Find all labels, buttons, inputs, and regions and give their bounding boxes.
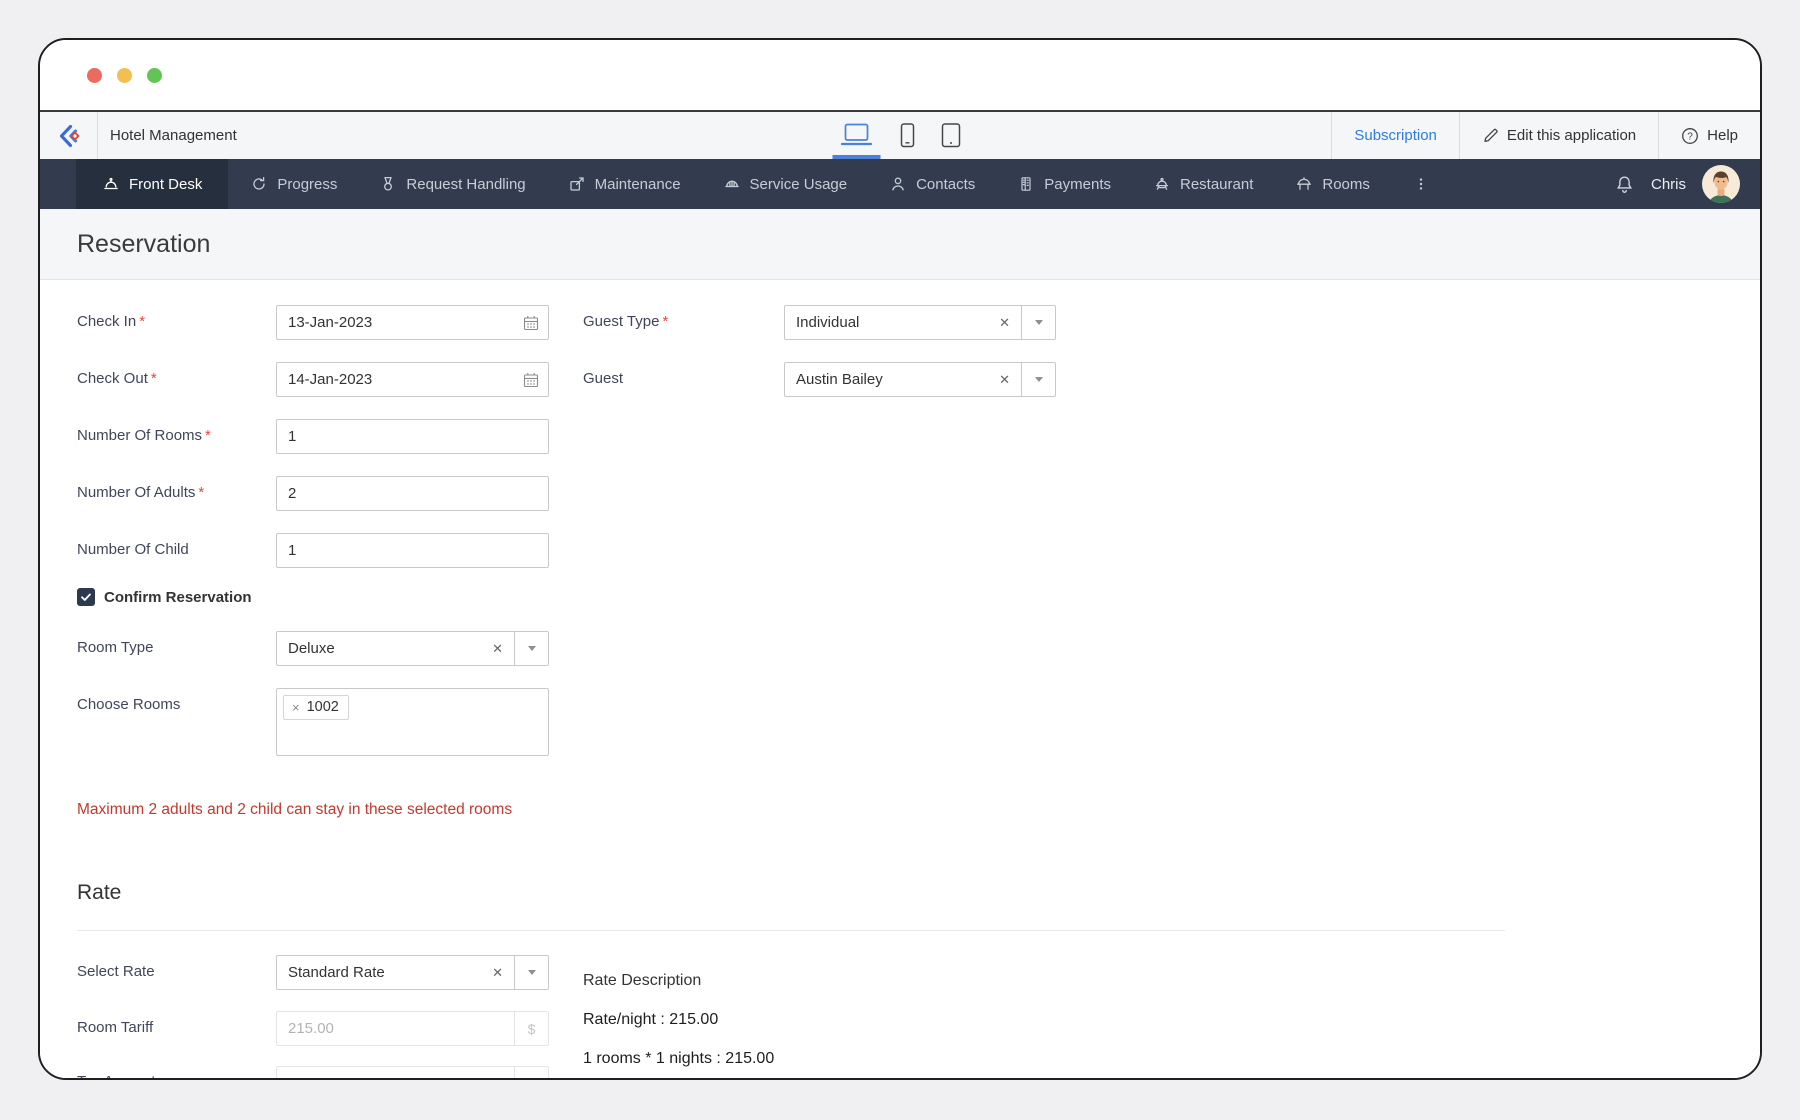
tax-amount-label: Tax Amount xyxy=(77,1073,155,1078)
check-in-label: Check In * xyxy=(77,313,146,330)
medal-icon xyxy=(384,176,393,191)
desktop-view-button[interactable] xyxy=(840,112,874,159)
tab-payments[interactable]: Payments xyxy=(1017,159,1111,209)
number-of-rooms-label: Number Of Rooms * xyxy=(77,427,211,444)
tab-progress[interactable]: Progress xyxy=(250,159,337,209)
dollar-icon: $ xyxy=(514,1012,548,1045)
room-tariff-input: 215.00 $ xyxy=(276,1011,549,1046)
chip-remove-icon[interactable]: × xyxy=(292,700,300,715)
dropdown-toggle[interactable] xyxy=(514,632,548,665)
creator-logo-icon[interactable] xyxy=(40,112,98,159)
tablet-icon xyxy=(941,123,961,148)
more-tabs-button[interactable] xyxy=(1412,159,1430,209)
clear-icon[interactable]: ✕ xyxy=(481,641,514,657)
app-window: Hotel Management Subscription Edit this … xyxy=(38,38,1762,1080)
dropdown-toggle[interactable] xyxy=(1021,306,1055,339)
confirm-reservation-label: Confirm Reservation xyxy=(104,589,252,606)
room-chip: × 1002 xyxy=(283,695,349,720)
choose-rooms-label: Choose Rooms xyxy=(77,696,181,713)
pencil-icon xyxy=(1484,128,1498,143)
chevron-down-icon xyxy=(1034,377,1043,382)
check-in-input[interactable]: 13-Jan-2023 xyxy=(276,305,549,340)
sync-icon xyxy=(253,176,266,190)
service-bell-icon xyxy=(104,177,118,190)
phone-view-button[interactable] xyxy=(900,112,915,159)
dropdown-toggle[interactable] xyxy=(1021,363,1055,396)
check-icon xyxy=(81,593,91,601)
guest-select[interactable]: Austin Bailey ✕ xyxy=(784,362,1056,397)
tab-contacts[interactable]: Contacts xyxy=(889,159,975,209)
clear-icon[interactable]: ✕ xyxy=(988,315,1021,331)
app-title: Hotel Management xyxy=(110,127,237,144)
dollar-icon: $ xyxy=(514,1067,548,1078)
capacity-warning: Maximum 2 adults and 2 child can stay in… xyxy=(77,801,513,818)
laptop-icon xyxy=(840,123,873,146)
user-name: Chris xyxy=(1650,175,1686,193)
subscription-link[interactable]: Subscription xyxy=(1331,112,1459,159)
chevron-down-icon xyxy=(1034,320,1043,325)
reservation-form: Check In * 13-Jan-2023 Guest Type * Indivi… xyxy=(40,280,1760,1078)
calendar-icon[interactable] xyxy=(523,315,539,331)
page-title: Reservation xyxy=(40,209,1760,280)
clear-icon[interactable]: ✕ xyxy=(988,372,1021,388)
room-type-select[interactable]: Deluxe ✕ xyxy=(276,631,549,666)
check-out-input[interactable]: 14-Jan-2023 xyxy=(276,362,549,397)
rate-section-title: Rate xyxy=(77,881,122,904)
minimize-button[interactable] xyxy=(117,68,132,83)
main-navbar: Front Desk Progress Request Handling Mai… xyxy=(40,159,1760,209)
guest-type-label: Guest Type * xyxy=(583,313,669,330)
select-rate-label: Select Rate xyxy=(77,963,155,980)
tab-rooms[interactable]: Rooms xyxy=(1295,159,1370,209)
help-icon: ? xyxy=(1682,127,1699,144)
tab-restaurant[interactable]: Restaurant xyxy=(1153,159,1253,209)
tab-service-usage[interactable]: Service Usage xyxy=(723,159,847,209)
clear-icon[interactable]: ✕ xyxy=(481,965,514,981)
number-of-child-input[interactable]: 1 xyxy=(276,533,549,568)
rate-total: 1 rooms * 1 nights : 215.00 xyxy=(583,1050,775,1067)
cash-register-icon xyxy=(1021,177,1031,191)
room-tariff-label: Room Tariff xyxy=(77,1019,154,1036)
user-avatar[interactable] xyxy=(1702,165,1740,203)
number-of-adults-input[interactable]: 2 xyxy=(276,476,549,511)
tab-request-handling[interactable]: Request Handling xyxy=(379,159,526,209)
notification-bell-icon[interactable] xyxy=(1614,174,1635,195)
guest-label: Guest xyxy=(583,370,624,387)
dropdown-toggle[interactable] xyxy=(514,956,548,989)
number-of-adults-label: Number Of Adults * xyxy=(77,484,205,501)
person-icon xyxy=(892,177,904,191)
kebab-menu-icon xyxy=(1419,178,1423,190)
window-titlebar xyxy=(40,40,1760,110)
number-of-rooms-input[interactable]: 1 xyxy=(276,419,549,454)
rate-divider xyxy=(77,930,1505,931)
choose-rooms-input[interactable]: × 1002 xyxy=(276,688,549,756)
tax-amount-input[interactable]: 0.00 $ xyxy=(276,1066,549,1078)
zoom-button[interactable] xyxy=(147,68,162,83)
tab-front-desk[interactable]: Front Desk xyxy=(76,159,229,209)
svg-text:?: ? xyxy=(1687,131,1693,142)
tab-maintenance[interactable]: Maintenance xyxy=(568,159,681,209)
close-button[interactable] xyxy=(87,68,102,83)
tablet-view-button[interactable] xyxy=(941,112,961,159)
cloche-icon xyxy=(1155,177,1169,190)
chevron-down-icon xyxy=(527,646,536,651)
chevron-down-icon xyxy=(527,970,536,975)
canopy-icon xyxy=(1297,177,1312,190)
guest-type-select[interactable]: Individual ✕ xyxy=(784,305,1056,340)
check-out-label: Check Out * xyxy=(77,370,157,387)
help-button[interactable]: ? Help xyxy=(1658,112,1760,159)
box-arrow-icon xyxy=(569,177,584,191)
select-rate-select[interactable]: Standard Rate ✕ xyxy=(276,955,549,990)
room-type-label: Room Type xyxy=(77,639,154,656)
phone-icon xyxy=(900,123,915,148)
number-of-child-label: Number Of Child xyxy=(77,541,189,558)
edit-application-button[interactable]: Edit this application xyxy=(1458,112,1658,159)
hard-hat-icon xyxy=(724,180,739,188)
confirm-reservation-checkbox[interactable] xyxy=(77,588,95,606)
app-toolbar: Hotel Management Subscription Edit this … xyxy=(40,110,1760,159)
rate-per-night: Rate/night : 215.00 xyxy=(583,1011,719,1028)
rate-description-heading: Rate Description xyxy=(583,972,702,989)
calendar-icon[interactable] xyxy=(523,372,539,388)
